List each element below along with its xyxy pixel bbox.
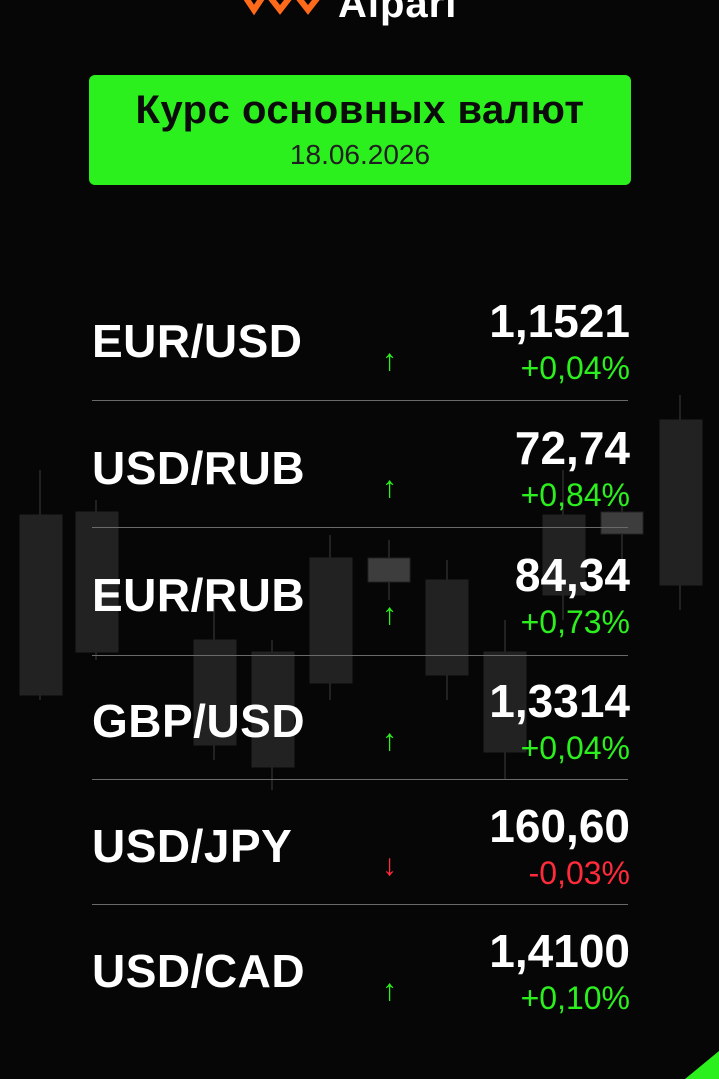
arrow-up-icon: ↑ bbox=[382, 598, 397, 631]
alpari-logo-icon bbox=[243, 0, 320, 16]
rate-change: +0,04% bbox=[520, 730, 630, 766]
rate-change: +0,04% bbox=[520, 350, 630, 386]
row-divider bbox=[92, 779, 628, 780]
row-divider bbox=[92, 904, 628, 905]
arrow-down-icon: ↓ bbox=[382, 849, 397, 882]
arrow-up-icon: ↑ bbox=[382, 724, 397, 757]
brand-name: Alpari bbox=[338, 0, 458, 26]
page-title: Курс основных валют bbox=[135, 88, 585, 132]
rate-value: 72,74 bbox=[514, 422, 630, 474]
rate-change: +0,73% bbox=[520, 604, 630, 640]
brand-logo: Alpari bbox=[240, 0, 457, 26]
currency-pair: USD/JPY bbox=[92, 820, 293, 872]
currency-pair: USD/CAD bbox=[92, 945, 306, 997]
currency-pair: USD/RUB bbox=[92, 442, 306, 494]
rate-row-eur-rub: EUR/RUB ↑ 84,34 +0,73% bbox=[92, 542, 630, 666]
rate-value: 160,60 bbox=[489, 800, 630, 852]
currency-pair: EUR/RUB bbox=[92, 569, 306, 621]
rate-value: 1,3314 bbox=[489, 675, 630, 727]
arrow-up-icon: ↑ bbox=[382, 471, 397, 504]
row-divider bbox=[92, 527, 628, 528]
row-divider bbox=[92, 400, 628, 401]
rate-row-usd-cad: USD/CAD ↑ 1,4100 +0,10% bbox=[92, 918, 630, 1042]
rate-value: 84,34 bbox=[514, 549, 630, 601]
arrow-up-icon: ↑ bbox=[382, 344, 397, 377]
currency-pair: EUR/USD bbox=[92, 315, 303, 367]
rate-change: +0,10% bbox=[520, 980, 630, 1016]
title-banner: Курс основных валют 18.06.2026 bbox=[89, 75, 631, 185]
corner-accent bbox=[685, 1051, 719, 1079]
row-divider bbox=[92, 655, 628, 656]
rate-row-usd-rub: USD/RUB ↑ 72,74 +0,84% bbox=[92, 415, 630, 539]
rate-change: -0,03% bbox=[528, 855, 630, 891]
rate-change: +0,84% bbox=[520, 477, 630, 513]
arrow-up-icon: ↑ bbox=[382, 974, 397, 1007]
rate-row-gbp-usd: GBP/USD ↑ 1,3314 +0,04% bbox=[92, 668, 630, 792]
rate-row-usd-jpy: USD/JPY ↓ 160,60 -0,03% bbox=[92, 793, 630, 917]
rates-date: 18.06.2026 bbox=[289, 139, 431, 170]
currency-pair: GBP/USD bbox=[92, 695, 306, 747]
rate-value: 1,1521 bbox=[489, 295, 630, 347]
rate-row-eur-usd: EUR/USD ↑ 1,1521 +0,04% bbox=[92, 288, 630, 412]
rate-value: 1,4100 bbox=[489, 925, 630, 977]
